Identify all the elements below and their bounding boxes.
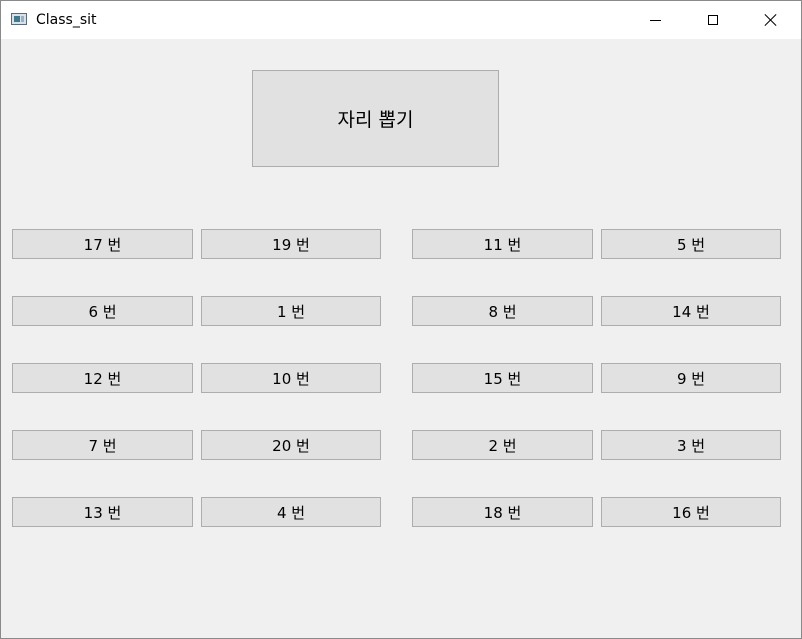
title-bar[interactable]: Class_sit [1,1,801,39]
seat-button[interactable]: 11 번 [412,229,593,259]
seat-button[interactable]: 8 번 [412,296,593,326]
minimize-icon [649,19,661,21]
maximize-icon [708,15,718,25]
seat-button[interactable]: 17 번 [12,229,193,259]
seat-button[interactable]: 19 번 [201,229,381,259]
seat-button[interactable]: 14 번 [601,296,781,326]
seat-button[interactable]: 1 번 [201,296,381,326]
seat-button[interactable]: 15 번 [412,363,593,393]
app-icon [11,13,27,25]
seat-button[interactable]: 12 번 [12,363,193,393]
draw-seats-button[interactable]: 자리 뽑기 [252,70,499,167]
seat-button[interactable]: 6 번 [12,296,193,326]
seat-button[interactable]: 10 번 [201,363,381,393]
seat-button[interactable]: 9 번 [601,363,781,393]
seat-button[interactable]: 2 번 [412,430,593,460]
close-button[interactable] [742,1,800,39]
maximize-button[interactable] [684,1,742,39]
seat-button[interactable]: 5 번 [601,229,781,259]
seat-button[interactable]: 4 번 [201,497,381,527]
seat-button[interactable]: 3 번 [601,430,781,460]
window-title: Class_sit [36,12,97,28]
minimize-button[interactable] [626,1,684,39]
seat-button[interactable]: 20 번 [201,430,381,460]
seat-button[interactable]: 13 번 [12,497,193,527]
seat-button[interactable]: 7 번 [12,430,193,460]
seat-button[interactable]: 16 번 [601,497,781,527]
close-icon [764,13,778,27]
seat-button[interactable]: 18 번 [412,497,593,527]
